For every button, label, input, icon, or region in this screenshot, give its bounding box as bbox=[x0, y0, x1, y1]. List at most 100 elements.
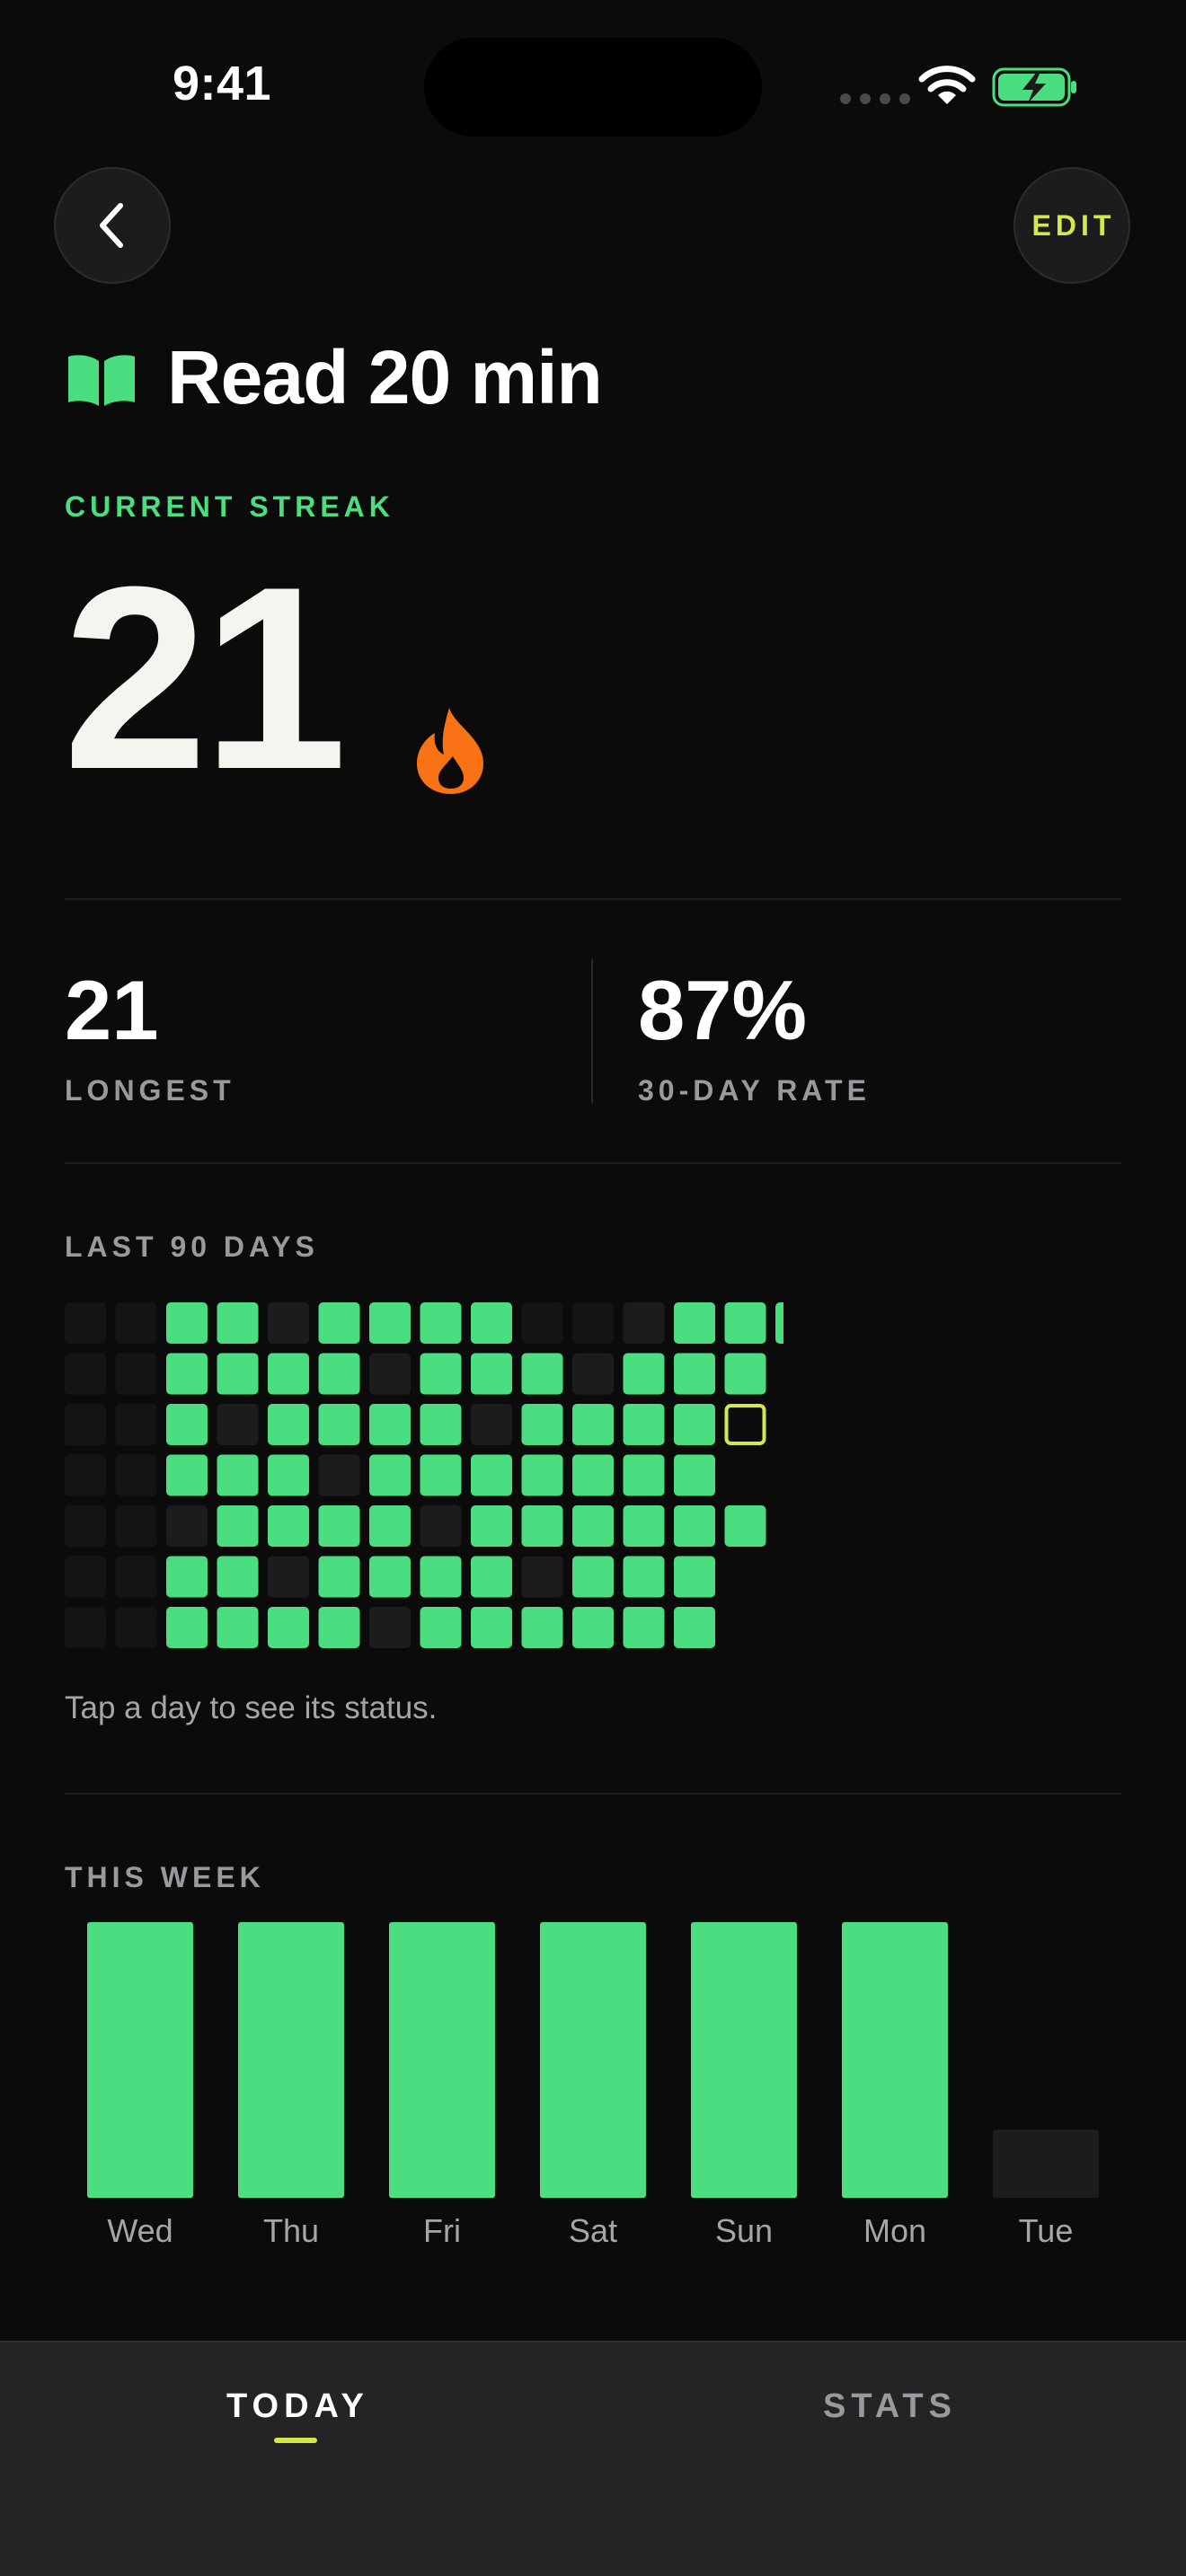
heatmap-cell-done[interactable] bbox=[471, 1302, 512, 1344]
heatmap-cell-done[interactable] bbox=[318, 1556, 360, 1598]
heatmap-cell-empty[interactable] bbox=[115, 1404, 157, 1445]
heatmap-cell-done[interactable] bbox=[268, 1404, 309, 1445]
heatmap-cell-empty[interactable] bbox=[115, 1454, 157, 1496]
heatmap-cell-done[interactable] bbox=[521, 1353, 563, 1395]
heatmap-cell-done[interactable] bbox=[572, 1607, 614, 1648]
heatmap-cell-empty[interactable] bbox=[115, 1505, 157, 1547]
heatmap-cell-done[interactable] bbox=[268, 1607, 309, 1648]
heatmap-cell-done[interactable] bbox=[166, 1353, 208, 1395]
heatmap-cell-done[interactable] bbox=[420, 1607, 462, 1648]
heatmap-cell-done[interactable] bbox=[166, 1556, 208, 1598]
heatmap-cell-missed[interactable] bbox=[369, 1607, 411, 1648]
heatmap-cell-done[interactable] bbox=[471, 1353, 512, 1395]
heatmap-cell-done[interactable] bbox=[369, 1302, 411, 1344]
heatmap-cell-empty[interactable] bbox=[65, 1302, 106, 1344]
heatmap-cell-done[interactable] bbox=[420, 1556, 462, 1598]
heatmap-cell-empty[interactable] bbox=[115, 1607, 157, 1648]
heatmap-cell-done[interactable] bbox=[674, 1353, 715, 1395]
heatmap-cell-done[interactable] bbox=[420, 1404, 462, 1445]
heatmap-cell-done[interactable] bbox=[318, 1404, 360, 1445]
heatmap-cell-done[interactable] bbox=[268, 1353, 309, 1395]
heatmap-cell-done[interactable] bbox=[623, 1404, 665, 1445]
heatmap-cell-empty[interactable] bbox=[65, 1353, 106, 1395]
heatmap-cell-done[interactable] bbox=[268, 1505, 309, 1547]
heatmap-cell-done[interactable] bbox=[724, 1302, 766, 1344]
heatmap-cell-done[interactable] bbox=[623, 1454, 665, 1496]
heatmap-cell-today[interactable] bbox=[724, 1404, 766, 1445]
heatmap-cell-empty[interactable] bbox=[521, 1302, 563, 1344]
heatmap-cell-done[interactable] bbox=[318, 1353, 360, 1395]
heatmap-cell-empty[interactable] bbox=[115, 1353, 157, 1395]
heatmap-cell-missed[interactable] bbox=[369, 1353, 411, 1395]
heatmap-cell-done[interactable] bbox=[521, 1404, 563, 1445]
heatmap-cell-missed[interactable] bbox=[521, 1556, 563, 1598]
heatmap-cell-done[interactable] bbox=[217, 1454, 259, 1496]
heatmap-cell-done[interactable] bbox=[623, 1505, 665, 1547]
heatmap-cell-done[interactable] bbox=[217, 1607, 259, 1648]
heatmap-cell-missed[interactable] bbox=[623, 1302, 665, 1344]
heatmap-cell-done[interactable] bbox=[471, 1454, 512, 1496]
heatmap-cell-missed[interactable] bbox=[217, 1404, 259, 1445]
heatmap-cell-done[interactable] bbox=[572, 1454, 614, 1496]
heatmap-cell-done[interactable] bbox=[521, 1454, 563, 1496]
heatmap-cell-empty[interactable] bbox=[115, 1556, 157, 1598]
heatmap-cell-done[interactable] bbox=[369, 1404, 411, 1445]
heatmap-cell-done[interactable] bbox=[572, 1505, 614, 1547]
heatmap-cell-done[interactable] bbox=[318, 1505, 360, 1547]
heatmap-cell-done[interactable] bbox=[674, 1454, 715, 1496]
heatmap-cell-done[interactable] bbox=[521, 1607, 563, 1648]
heatmap-cell-done[interactable] bbox=[217, 1353, 259, 1395]
heatmap-cell-done[interactable] bbox=[166, 1454, 208, 1496]
edit-button[interactable]: EDIT bbox=[1013, 167, 1130, 284]
heatmap-cell-done[interactable] bbox=[674, 1505, 715, 1547]
heatmap-cell-done[interactable] bbox=[471, 1505, 512, 1547]
heatmap-cell-missed[interactable] bbox=[268, 1556, 309, 1598]
heatmap-cell-missed[interactable] bbox=[166, 1505, 208, 1547]
heatmap-cell-done[interactable] bbox=[420, 1454, 462, 1496]
heatmap-cell-done[interactable] bbox=[572, 1404, 614, 1445]
heatmap-cell-missed[interactable] bbox=[572, 1353, 614, 1395]
heatmap-cell-done[interactable] bbox=[623, 1556, 665, 1598]
heatmap-cell-done[interactable] bbox=[521, 1505, 563, 1547]
heatmap-cell-done[interactable] bbox=[724, 1505, 766, 1547]
heatmap-cell-done[interactable] bbox=[674, 1404, 715, 1445]
heatmap-cell-empty[interactable] bbox=[572, 1302, 614, 1344]
back-button[interactable] bbox=[54, 167, 171, 284]
heatmap-cell-done[interactable] bbox=[724, 1353, 766, 1395]
heatmap-cell-done[interactable] bbox=[674, 1607, 715, 1648]
heatmap-cell-done[interactable] bbox=[318, 1607, 360, 1648]
heatmap-cell-done[interactable] bbox=[369, 1454, 411, 1496]
heatmap-cell-done[interactable] bbox=[217, 1505, 259, 1547]
heatmap-cell-done[interactable] bbox=[369, 1505, 411, 1547]
heatmap-cell-done[interactable] bbox=[674, 1556, 715, 1598]
heatmap-cell-missed[interactable] bbox=[268, 1302, 309, 1344]
heatmap-cell-empty[interactable] bbox=[65, 1505, 106, 1547]
heatmap-cell-done[interactable] bbox=[420, 1353, 462, 1395]
heatmap-cell-done[interactable] bbox=[217, 1302, 259, 1344]
heatmap-cell-missed[interactable] bbox=[471, 1404, 512, 1445]
heatmap-cell-done[interactable] bbox=[166, 1404, 208, 1445]
heatmap-cell-done[interactable] bbox=[775, 1302, 783, 1344]
tab-stats[interactable]: STATS bbox=[823, 2387, 957, 2426]
heatmap-cell-done[interactable] bbox=[471, 1556, 512, 1598]
tab-today[interactable]: TODAY bbox=[226, 2387, 369, 2426]
heatmap-cell-done[interactable] bbox=[471, 1607, 512, 1648]
heatmap-cell-done[interactable] bbox=[217, 1556, 259, 1598]
heatmap-cell-done[interactable] bbox=[572, 1556, 614, 1598]
heatmap-cell-done[interactable] bbox=[369, 1556, 411, 1598]
heatmap-cell-empty[interactable] bbox=[115, 1302, 157, 1344]
heatmap-cell-done[interactable] bbox=[420, 1302, 462, 1344]
heatmap-cell-done[interactable] bbox=[623, 1607, 665, 1648]
heatmap-cell-empty[interactable] bbox=[65, 1607, 106, 1648]
heatmap-cell-empty[interactable] bbox=[65, 1454, 106, 1496]
heatmap-cell-done[interactable] bbox=[166, 1607, 208, 1648]
heatmap-cell-done[interactable] bbox=[674, 1302, 715, 1344]
heatmap-cell-empty[interactable] bbox=[65, 1404, 106, 1445]
heatmap-cell-missed[interactable] bbox=[420, 1505, 462, 1547]
heatmap-cell-done[interactable] bbox=[623, 1353, 665, 1395]
heatmap-cell-missed[interactable] bbox=[318, 1454, 360, 1496]
heatmap-cell-empty[interactable] bbox=[65, 1556, 106, 1598]
heatmap-cell-done[interactable] bbox=[166, 1302, 208, 1344]
heatmap-cell-done[interactable] bbox=[318, 1302, 360, 1344]
heatmap-cell-done[interactable] bbox=[268, 1454, 309, 1496]
